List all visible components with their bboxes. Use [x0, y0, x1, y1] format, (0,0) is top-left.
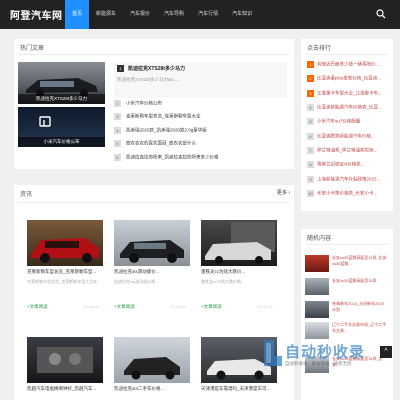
card-date: 22-03-11: [83, 304, 99, 309]
car-photo: [31, 238, 99, 263]
top-navbar: 阿登汽车网 首页 新能源车 汽车报价 汽车导购 汽车行情 汽车知识: [0, 0, 400, 29]
card-desc: 雷铁龙cc为啥大跌价格...: [201, 279, 245, 284]
news-card[interactable]: 克莱斯勒车型总览_克莱斯勒车型... 克莱斯勒车型总览_克莱斯勒车型大全在...…: [27, 220, 103, 315]
random-title: 随机内容: [307, 236, 332, 242]
card-title[interactable]: 凯迪拉克xts游动版价...: [114, 269, 190, 275]
card-title[interactable]: 凯迪拉克xt4二手车价格...: [114, 386, 190, 392]
card-desc: 克莱斯勒车型总览_克莱斯勒车型大全在...: [27, 279, 101, 284]
lead-article-title[interactable]: 凯迪拉克XTS28t多少马力: [128, 65, 185, 72]
card-image: [114, 220, 190, 266]
random-item-text[interactable]: 长安cs35蓝鲸高配怎么样_长安cs35蓝鲸...: [332, 255, 387, 272]
image-caption: 小米汽车价格公布: [18, 137, 105, 147]
lead-article[interactable]: 1 凯迪拉克XTS28t多少马力 凯迪拉克XTS28t多少马力&n......: [114, 62, 287, 98]
card-tag[interactable]: +文章阅读: [114, 304, 135, 310]
back-to-top-button[interactable]: ^: [380, 346, 392, 358]
card-image: [201, 220, 277, 266]
rank-item[interactable]: 7 伊兰特油耗_伊兰特油耗实际...: [307, 147, 383, 156]
watermark-subtext: 自动秒收录 · 来访即收 · 效率无忧: [285, 361, 352, 366]
nav-item-home[interactable]: 首页: [65, 0, 90, 29]
watermark-text: 自动秒收录: [285, 344, 366, 361]
random-item[interactable]: 长安cs35蓝鲸高配怎么样_长安cs35蓝鲸...: [305, 255, 387, 277]
card-title[interactable]: 克莱斯勒车型总览_克莱斯勒车型...: [27, 269, 103, 275]
rank-item[interactable]: 5 小米汽车su7价格配置: [307, 118, 383, 127]
card-image: [27, 220, 103, 266]
list-item[interactable]: 6 凯迪拉克拉你所来_凯迪拉克拉你所来多少价格: [114, 154, 219, 163]
ranking-title: 点击排行: [307, 46, 332, 52]
chevron-right-icon: ›: [288, 190, 290, 196]
more-link[interactable]: 更多 ›: [277, 189, 290, 196]
feature-image-cadillac[interactable]: 凯迪拉克XTS28t多少马力: [18, 62, 105, 104]
car-photo: [205, 222, 275, 264]
news-card[interactable]: 凯越汽车电瓶换啊钟好_凯越汽车...: [27, 337, 103, 397]
card-image: [27, 337, 103, 383]
random-item[interactable]: 长安cs35蓝鲸高配怎么样: [305, 278, 387, 300]
card-tag[interactable]: +文章阅读: [201, 304, 222, 310]
list-item[interactable]: 4 凯美瑞2020款_凯美瑞2020款2.0g豪华版: [114, 127, 207, 136]
thumbnail: [305, 301, 329, 318]
rank-item[interactable]: 6 比亚迪腾势新能源汽车价格...: [307, 133, 383, 142]
news-card[interactable]: 凯迪拉克xts游动版价... 凯迪拉克xts游动版价格... +文章阅读 22-…: [114, 220, 190, 315]
more-label: 更多: [276, 190, 287, 196]
news-card[interactable]: 凯迪拉克xt4二手车价格...: [114, 337, 190, 397]
divider: [305, 244, 389, 245]
hot-articles-title: 热门文章: [20, 46, 45, 52]
divider: [18, 54, 290, 55]
divider: [18, 202, 290, 203]
rank-item[interactable]: 8 雪佛兰迈锐宝xl价格表...: [307, 161, 383, 170]
rank-item[interactable]: 4 比亚迪新能源汽车价格表_比亚...: [307, 104, 383, 113]
search-icon[interactable]: [376, 9, 386, 19]
card-desc: 凯迪拉克xts游动版价格...: [114, 279, 159, 284]
card-tag[interactable]: +文章阅读: [27, 304, 48, 310]
nav-item-guide[interactable]: 汽车导购: [157, 0, 191, 29]
thumbnail: [305, 255, 329, 272]
news-card[interactable]: 雷铁龙cc为啥大跌价... 雷铁龙cc为啥大跌价格... +文章阅读 22-03…: [201, 220, 277, 315]
car-photo: [120, 240, 184, 263]
news-title: 资讯: [20, 192, 33, 198]
nav-item-knowledge[interactable]: 汽车知识: [225, 0, 259, 29]
card-image: [114, 337, 190, 383]
car-photo: [124, 357, 180, 380]
list-item[interactable]: 5 度农农农的直实面目_度农农是什么: [114, 140, 196, 149]
nav-item-market[interactable]: 汽车行情: [191, 0, 225, 29]
nav-item-prices[interactable]: 汽车报价: [123, 0, 157, 29]
rank-number: 1: [117, 65, 124, 72]
random-item-text[interactable]: 长安cs35蓝鲸高配怎么样: [332, 278, 387, 295]
card-date: 22-03-11: [170, 304, 186, 309]
divider: [305, 54, 389, 55]
watermark: 自动秒收录 自动秒收录 · 来访即收 · 效率无忧: [262, 334, 397, 374]
main-nav: 首页 新能源车 汽车报价 汽车导购 汽车行情 汽车知识: [65, 0, 259, 29]
card-title[interactable]: 凯越汽车电瓶换啊钟好_凯越汽车...: [27, 386, 103, 392]
card-title[interactable]: 雷铁龙cc为啥大跌价...: [201, 269, 277, 275]
rank-item[interactable]: 9 上海新能源汽车补贴政策2023...: [307, 176, 383, 185]
random-item-text[interactable]: 哈弗新车2023_丰田新车2023计划: [332, 301, 387, 318]
card-title[interactable]: 天津港是车靠谱吗_天津港是车可...: [201, 386, 277, 392]
rank-item[interactable]: 3 江淮重卡车型大全_江淮重卡车...: [307, 90, 383, 99]
engine-photo: [37, 347, 93, 373]
list-item[interactable]: 2 小米汽车价格公布: [114, 100, 162, 109]
rank-item[interactable]: 2 比亚迪秦plus柔软价格_比亚迪...: [307, 75, 383, 84]
image-caption: 凯迪拉克XTS28t多少马力: [18, 94, 105, 104]
nav-item-new-energy[interactable]: 新能源车: [89, 0, 123, 29]
list-item[interactable]: 3 克莱斯勒车型总览_克莱斯勒车型大全: [114, 113, 201, 122]
rank-item[interactable]: 1 奔驰迈巴赫多少钱一辆落地价...: [307, 61, 383, 70]
thumbnail: [305, 278, 329, 295]
watermark-logo-icon: [264, 340, 282, 366]
feature-image-xiaomi[interactable]: 小米汽车价格公布: [18, 107, 105, 147]
rank-item[interactable]: 10 长安小卡售价格表_长安小卡...: [307, 190, 383, 199]
site-logo[interactable]: 阿登汽车网: [10, 7, 63, 22]
lead-article-desc: 凯迪拉克XTS28t多少马力&n......: [117, 77, 182, 82]
card-date: 22-03-11: [257, 304, 273, 309]
random-item[interactable]: 哈弗新车2023_丰田新车2023计划: [305, 301, 387, 323]
